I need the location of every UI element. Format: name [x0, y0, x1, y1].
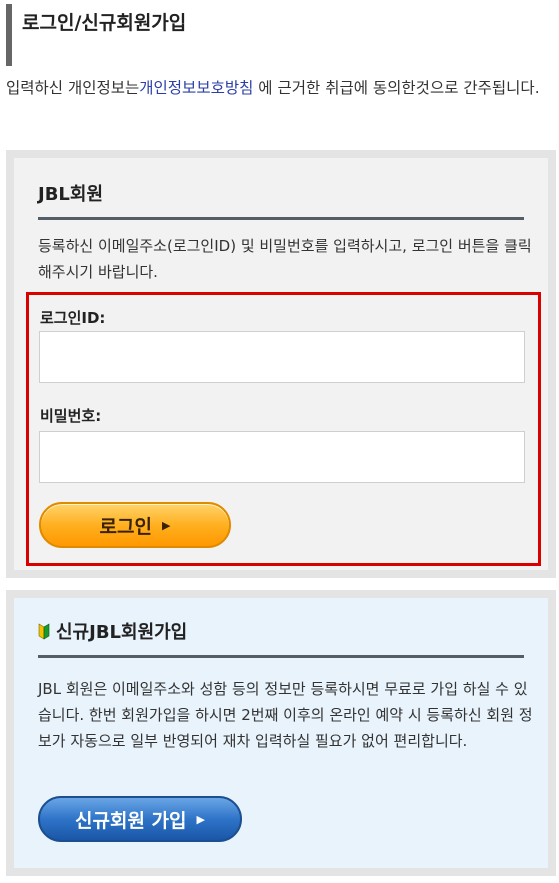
- beginner-leaf-icon: [38, 622, 50, 645]
- privacy-notice-text-before: 입력하신 개인정보는: [6, 79, 140, 97]
- page-title: 로그인/신규회원가입: [6, 4, 546, 66]
- privacy-policy-link[interactable]: 개인정보보호방침: [139, 79, 253, 97]
- signup-description: JBL 회원은 이메일주소와 성함 등의 정보만 등록하시면 무료로 가입 하실…: [38, 680, 533, 750]
- privacy-notice-text-after: 에 근거한 취급에 동의한것으로 간주됩니다.: [253, 79, 540, 97]
- signup-heading: 신규JBL회원가입: [38, 618, 524, 658]
- privacy-notice: 입력하신 개인정보는개인정보보호방침 에 근거한 취급에 동의한것으로 간주됩니…: [6, 75, 554, 101]
- signup-panel: 신규JBL회원가입 JBL 회원은 이메일주소와 성함 등의 정보만 등록하시면…: [6, 590, 556, 876]
- signup-heading-text: 신규JBL회원가입: [56, 622, 188, 643]
- password-label: 비밀번호:: [40, 407, 102, 425]
- login-button[interactable]: 로그인 ▶: [39, 502, 231, 548]
- login-button-label: 로그인: [99, 515, 152, 538]
- login-form: 로그인ID: 비밀번호: 로그인 ▶: [26, 292, 541, 566]
- signup-button[interactable]: 신규회원 가입 ▶: [38, 796, 242, 842]
- member-login-heading: JBL회원: [38, 180, 524, 220]
- login-id-label: 로그인ID:: [40, 309, 106, 327]
- login-instructions: 등록하신 이메일주소(로그인ID) 및 비밀번호를 입력하시고, 로그인 버튼을…: [38, 237, 532, 281]
- member-login-panel: JBL회원 등록하신 이메일주소(로그인ID) 및 비밀번호를 입력하시고, 로…: [6, 150, 556, 578]
- play-triangle-icon: ▶: [161, 518, 171, 532]
- play-triangle-icon: ▶: [196, 812, 205, 826]
- signup-button-label: 신규회원 가입: [75, 809, 187, 832]
- member-login-heading-text: JBL회원: [38, 184, 104, 205]
- page-title-text: 로그인/신규회원가입: [22, 12, 187, 34]
- password-input[interactable]: [39, 431, 525, 483]
- login-id-input[interactable]: [39, 331, 525, 383]
